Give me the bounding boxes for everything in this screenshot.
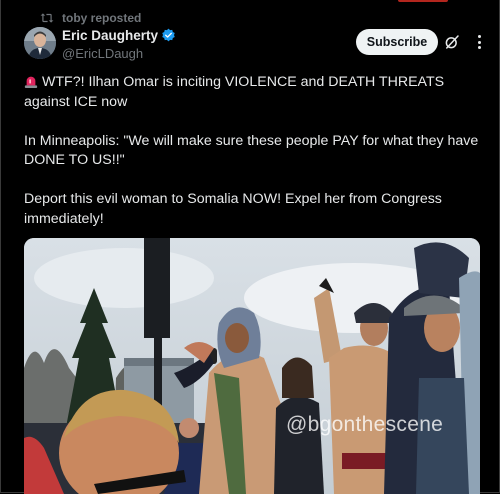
repost-indicator[interactable]: toby reposted — [40, 11, 141, 25]
tweet-paragraph-2: In Minneapolis: "We will make sure these… — [24, 132, 479, 169]
tweet-paragraph-1-text: WTF?! Ilhan Omar is inciting VIOLENCE an… — [24, 74, 445, 110]
tweet-media-video[interactable]: @bgonthescene — [24, 238, 480, 494]
video-watermark: @bgonthescene — [286, 413, 444, 436]
more-options-icon[interactable] — [470, 33, 488, 51]
repost-icon — [40, 13, 54, 23]
tweet-paragraph-3: Deport this evil woman to Somalia NOW! E… — [24, 191, 442, 227]
repost-label: toby reposted — [62, 11, 142, 25]
video-frame — [24, 238, 480, 494]
top-edge-marker — [398, 0, 448, 2]
tweet-text: WTF?! Ilhan Omar is inciting VIOLENCE an… — [24, 73, 484, 249]
verified-badge-icon — [162, 28, 175, 42]
avatar[interactable] — [24, 27, 56, 59]
police-light-emoji-icon — [24, 76, 38, 88]
author-name[interactable]: Eric Daugherty — [62, 28, 158, 43]
subscribe-button[interactable]: Subscribe — [356, 29, 438, 55]
author-handle[interactable]: @EricLDaugh — [62, 46, 143, 61]
tweet-paragraph-1: WTF?! Ilhan Omar is inciting VIOLENCE an… — [24, 73, 484, 112]
grok-icon[interactable] — [443, 33, 461, 51]
author-name-row[interactable]: Eric Daugherty — [62, 28, 176, 43]
